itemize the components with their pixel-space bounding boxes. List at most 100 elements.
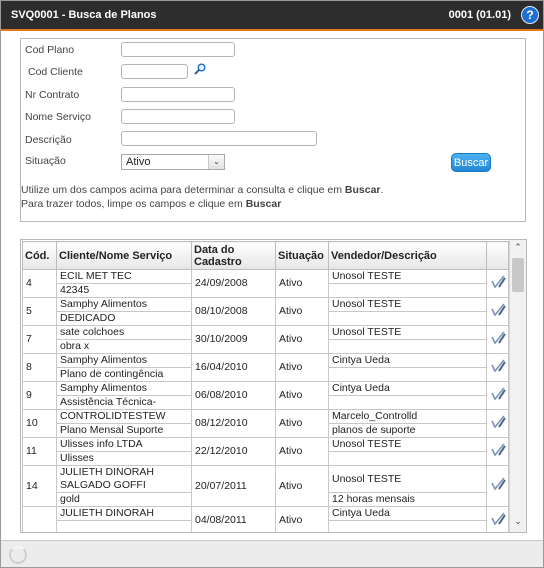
cell-cod: 7 <box>22 325 57 354</box>
cell-data: 30/10/2009 <box>191 325 276 354</box>
cell-cliente: Samphy Alimentos <box>56 353 192 368</box>
cliente-name: CONTROLIDTESTEW <box>60 410 166 423</box>
pen-check-icon[interactable] <box>486 506 509 532</box>
situacao-select[interactable]: Ativo ⌄ <box>121 154 225 170</box>
cell-situacao: Ativo <box>275 297 329 326</box>
cell-cliente: Samphy Alimentos <box>56 297 192 312</box>
cliente-name-2: SALGADO GOFFI <box>60 479 146 491</box>
cliente-name: ECIL MET TEC <box>60 270 132 283</box>
cell-descricao <box>328 367 487 382</box>
cell-cod: 4 <box>22 269 57 298</box>
table-row[interactable]: 8 Samphy Alimentos 16/04/2010 Ativo Cintya U… <box>22 353 509 382</box>
cell-vendedor: Unosol TESTE <box>328 269 487 284</box>
cell-situacao: Ativo <box>275 465 329 507</box>
cell-cliente: sate colchoes <box>56 325 192 340</box>
table-row[interactable]: 7 sate colchoes 30/10/2009 Ativo Unosol TEST… <box>22 325 509 354</box>
cell-servico <box>56 520 192 532</box>
cell-cod: 10 <box>22 409 57 438</box>
cell-descricao: 12 horas mensais <box>328 492 487 507</box>
results-table: Cód. Cliente/Nome Serviço Data do Cadast… <box>22 241 509 532</box>
cell-data: 08/10/2008 <box>191 297 276 326</box>
title-bar: SVQ0001 - Busca de Planos 0001 (01.01) ? <box>1 1 543 31</box>
cod-cliente-input[interactable] <box>121 64 188 79</box>
col-header-vendedor[interactable]: Vendedor/Descrição <box>328 241 487 270</box>
table-header-row: Cód. Cliente/Nome Serviço Data do Cadast… <box>22 241 509 270</box>
cliente-name: sate colchoes <box>60 326 125 339</box>
cell-servico: DEDICADO <box>56 311 192 326</box>
status-bar <box>1 540 543 567</box>
pen-check-icon[interactable] <box>486 325 509 354</box>
cell-situacao: Ativo <box>275 437 329 466</box>
table-row[interactable]: 4 ECIL MET TEC 24/09/2008 Ativo Unosol TESTE <box>22 269 509 298</box>
pen-check-icon[interactable] <box>486 297 509 326</box>
col-header-cod[interactable]: Cód. <box>22 241 57 270</box>
cell-descricao <box>328 311 487 326</box>
nome-servico-label: Nome Serviço <box>25 111 91 123</box>
col-header-data[interactable]: Data do Cadastro <box>191 241 276 270</box>
table-row[interactable]: 11 Ulisses info LTDA 22/12/2010 Ativo Unosol… <box>22 437 509 466</box>
cell-data: 04/08/2011 <box>191 506 276 532</box>
nr-contrato-label: Nr Contrato <box>25 89 80 101</box>
scroll-down-icon[interactable]: ⌄ <box>510 516 526 530</box>
help-line-2-text: Para trazer todos, limpe os campos e cli… <box>21 198 246 210</box>
cell-vendedor: Unosol TESTE <box>328 297 487 312</box>
descricao-input[interactable] <box>121 131 317 146</box>
cell-descricao <box>328 283 487 298</box>
pen-check-icon[interactable] <box>486 269 509 298</box>
window: SVQ0001 - Busca de Planos 0001 (01.01) ?… <box>0 0 544 568</box>
cell-descricao <box>328 451 487 466</box>
situacao-selected-value: Ativo <box>126 156 151 168</box>
chevron-down-icon[interactable]: ⌄ <box>208 155 224 169</box>
cell-situacao: Ativo <box>275 325 329 354</box>
nome-servico-input[interactable] <box>121 109 235 124</box>
pen-check-icon[interactable] <box>486 353 509 382</box>
cell-data: 20/07/2011 <box>191 465 276 507</box>
cell-cliente: JULIETH DINORAH <box>56 506 192 521</box>
cell-vendedor: Marcelo_Controlld <box>328 409 487 424</box>
cell-vendedor: Unosol TESTE <box>328 437 487 452</box>
cell-servico: 42345 <box>56 283 192 298</box>
cell-data: 16/04/2010 <box>191 353 276 382</box>
table-row[interactable]: JULIETH DINORAH 04/08/2011 Ativo Cintya Ued… <box>22 506 509 532</box>
cell-servico: gold <box>56 492 192 507</box>
cell-cod: 14 <box>22 465 57 507</box>
magnifier-icon[interactable] <box>194 63 206 75</box>
cell-situacao: Ativo <box>275 506 329 532</box>
cod-plano-input[interactable] <box>121 42 235 57</box>
nr-contrato-input[interactable] <box>121 87 235 102</box>
col-header-cliente[interactable]: Cliente/Nome Serviço <box>56 241 192 270</box>
table-row[interactable]: 9 Samphy Alimentos 06/08/2010 Ativo Cintya U… <box>22 381 509 410</box>
cliente-name: JULIETH DINORAH <box>60 507 154 520</box>
cell-situacao: Ativo <box>275 409 329 438</box>
cod-plano-label: Cod Plano <box>25 44 75 56</box>
cell-descricao: planos de suporte <box>328 423 487 438</box>
table-row[interactable]: 5 Samphy Alimentos 08/10/2008 Ativo Unosol T… <box>22 297 509 326</box>
col-header-situacao[interactable]: Situação <box>275 241 329 270</box>
pen-check-icon[interactable] <box>486 465 509 507</box>
cliente-name: Samphy Alimentos <box>60 382 147 395</box>
cell-situacao: Ativo <box>275 269 329 298</box>
help-line-1-bold: Buscar <box>344 184 381 196</box>
table-row[interactable]: 14 JULIETH DINORAH SALGADO GOFFI 20/07/2011… <box>22 465 509 507</box>
search-button[interactable]: Buscar <box>451 153 491 172</box>
cell-situacao: Ativo <box>275 353 329 382</box>
cod-cliente-label: Cod Cliente <box>28 66 83 78</box>
cell-cod: 5 <box>22 297 57 326</box>
cell-cod: 11 <box>22 437 57 466</box>
scroll-thumb[interactable] <box>512 258 524 292</box>
cell-descricao <box>328 395 487 410</box>
cell-descricao <box>328 520 487 532</box>
cell-cliente: ECIL MET TEC <box>56 269 192 284</box>
scroll-up-icon[interactable]: ⌃ <box>510 242 526 256</box>
window-title: SVQ0001 - Busca de Planos <box>11 9 157 21</box>
cell-cliente: JULIETH DINORAH SALGADO GOFFI <box>56 465 192 493</box>
help-line-1-end: . <box>380 184 384 196</box>
vertical-scrollbar[interactable]: ⌃ ⌄ <box>509 240 526 532</box>
pen-check-icon[interactable] <box>486 381 509 410</box>
table-row[interactable]: 10 CONTROLIDTESTEW 08/12/2010 Ativo Marcelo_… <box>22 409 509 438</box>
help-icon[interactable]: ? <box>521 6 539 24</box>
pen-check-icon[interactable] <box>486 437 509 466</box>
spinner-icon <box>9 546 27 564</box>
pen-check-icon[interactable] <box>486 409 509 438</box>
cliente-name: Samphy Alimentos <box>60 298 147 311</box>
